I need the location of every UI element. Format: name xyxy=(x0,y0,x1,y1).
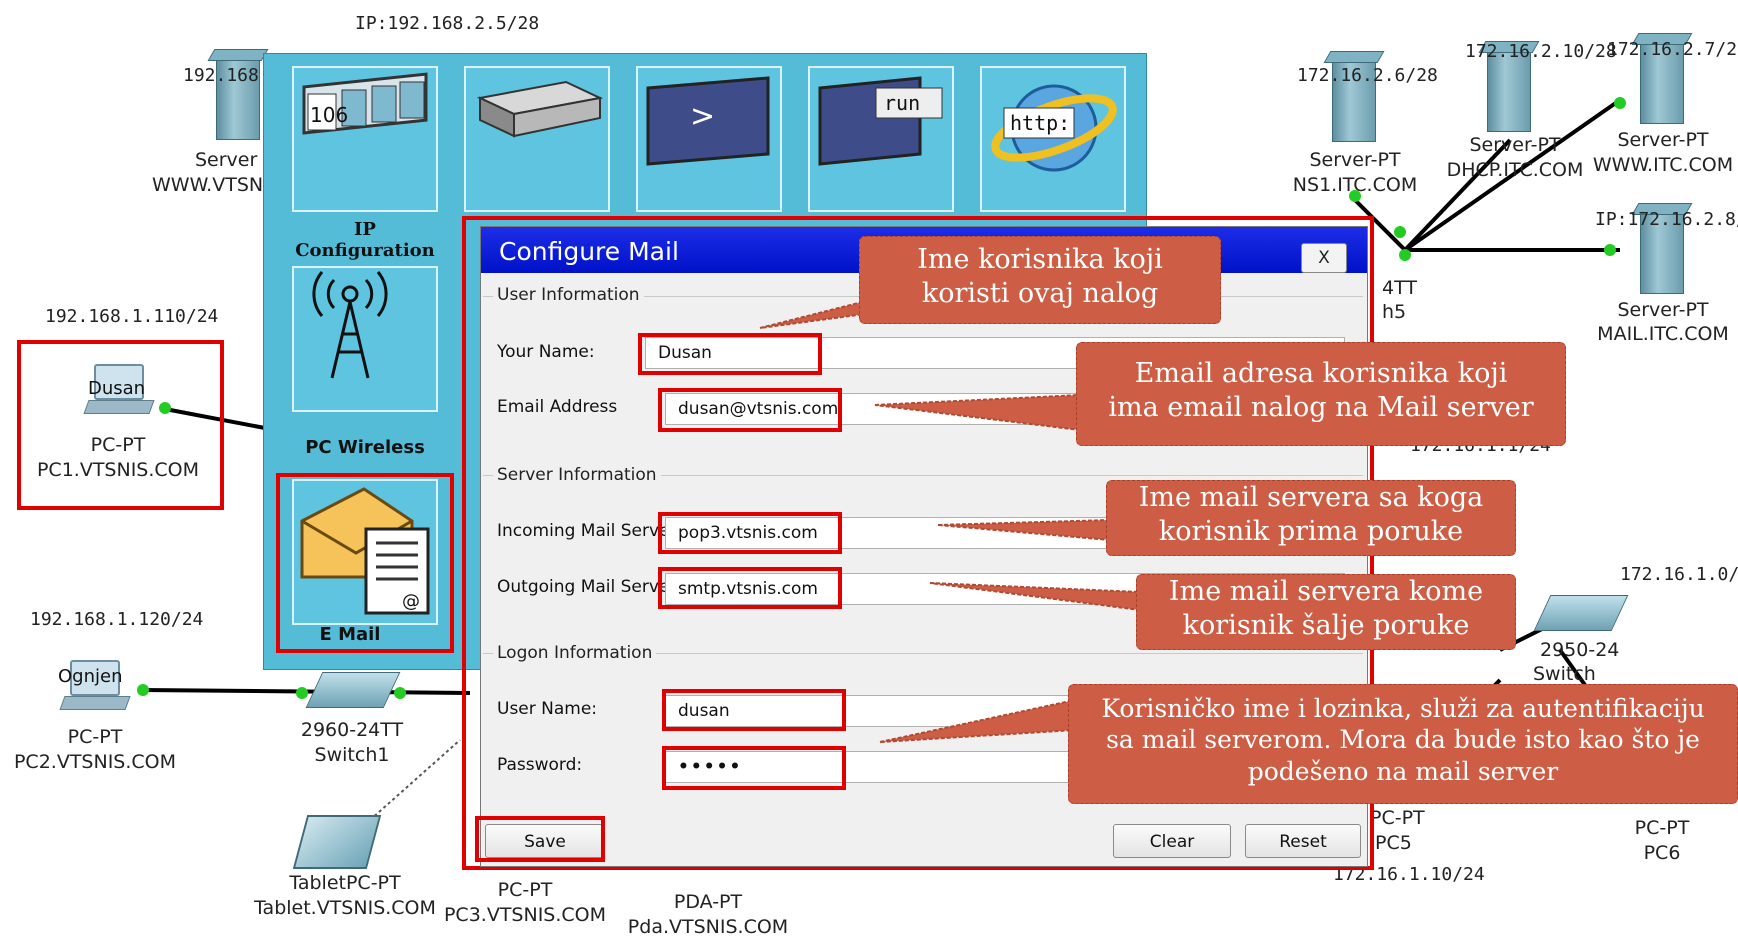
callout-outgoing-line1: Ime mail servera kome xyxy=(1168,576,1484,607)
callout-incoming-line2: korisnik prima poruke xyxy=(1158,515,1464,547)
callout-incoming-line1: Ime mail servera sa koga xyxy=(1138,482,1484,513)
callout-name: Ime korisnika koji koristi ovaj nalog xyxy=(859,236,1221,324)
callout-logon-line1: Korisničko ime i lozinka, služi za auten… xyxy=(1101,694,1705,723)
callout-logon-line2: sa mail serverom. Mora da bude isto kao … xyxy=(1106,725,1700,755)
callout-email-line2: ima email nalog na Mail server xyxy=(1108,391,1534,423)
callout-logon: Korisničko ime i lozinka, služi za auten… xyxy=(1068,684,1738,804)
callout-name-line1: Ime korisnika koji xyxy=(917,244,1163,275)
callout-outgoing-line2: korisnik šalje poruke xyxy=(1182,609,1470,641)
callout-email-line1: Email adresa korisnika koji xyxy=(1134,358,1508,389)
callout-outgoing: Ime mail servera kome korisnik šalje por… xyxy=(1136,574,1516,650)
callout-logon-line3: podešeno na mail server xyxy=(1247,756,1559,786)
callout-email: Email adresa korisnika koji ima email na… xyxy=(1076,342,1566,446)
callout-name-line2: koristi ovaj nalog xyxy=(921,277,1159,309)
callout-incoming: Ime mail servera sa koga korisnik prima … xyxy=(1106,480,1516,556)
